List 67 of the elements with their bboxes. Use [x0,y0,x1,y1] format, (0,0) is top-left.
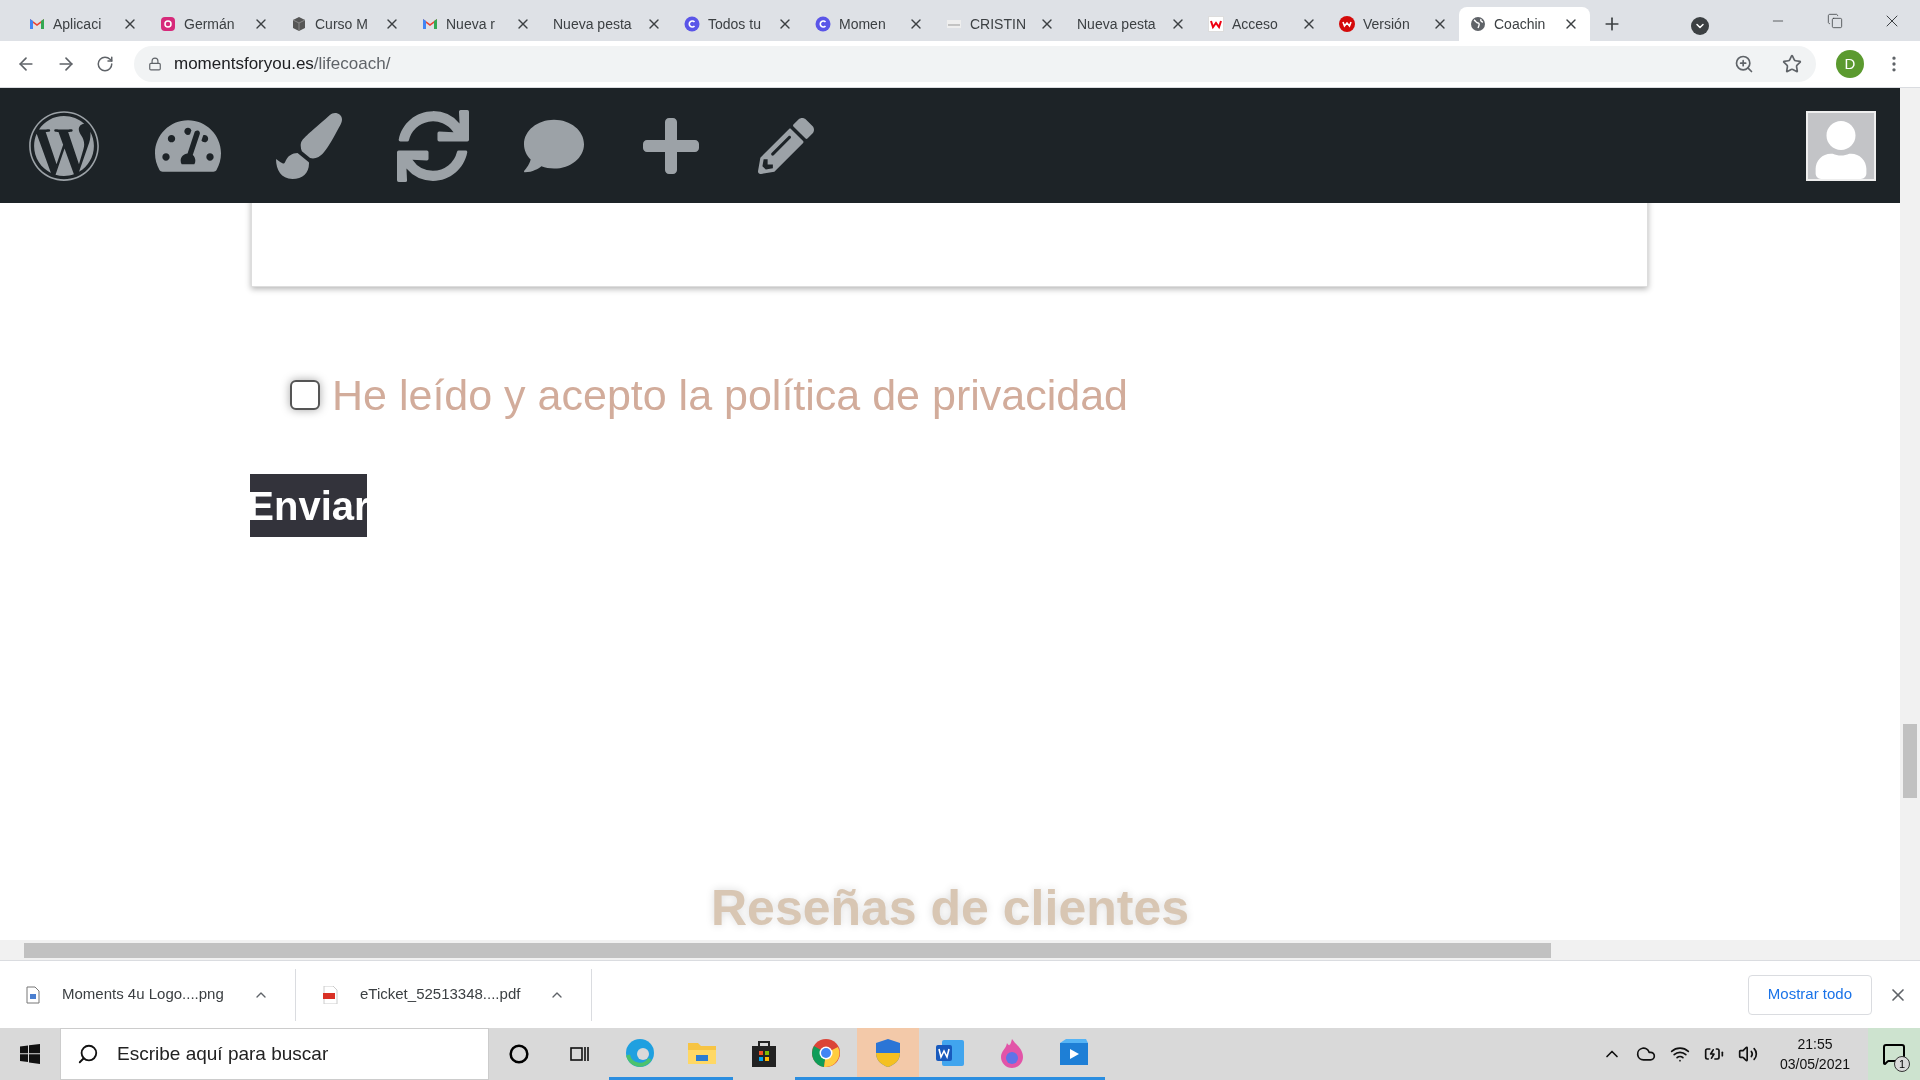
checkbox[interactable] [290,380,320,411]
circle-logo-icon [815,16,831,32]
browser-tab[interactable]: Nueva r [411,7,542,41]
tab-title: Coachin [1494,14,1547,34]
browser-tab[interactable]: Nueva pesta [542,7,673,41]
url-text: momentsforyou.es/lifecoach/ [174,53,392,76]
tab-title: Momen [839,14,887,34]
taskbar-search-field[interactable]: Escribe aquí para buscar [60,1028,489,1080]
tab-title: Acceso [1232,14,1279,34]
wordpress-icon[interactable] [28,109,100,182]
lock-icon [148,57,162,71]
tab-title: Versión [1363,14,1411,34]
submit-button[interactable]: Enviar [250,474,367,537]
show-all-button[interactable]: Mostrar todo [1747,974,1872,1015]
tab-search-icon[interactable] [1691,17,1709,35]
address-field[interactable]: momentsforyou.es/lifecoach/ [134,46,1816,82]
pdf-file-icon [322,985,338,1004]
volume-icon[interactable] [1737,1044,1758,1064]
browser-tab[interactable]: Curso M [280,7,411,41]
vertical-scrollbar[interactable] [1900,88,1920,960]
browser-tab[interactable]: Acceso [1197,7,1328,41]
tab-title: Nueva pesta [553,14,633,34]
browser-tab[interactable]: Versión [1328,7,1459,41]
logo-icon [1339,16,1355,32]
search-icon [77,1043,99,1065]
download-filename: Moments 4u Logo....png [62,984,225,1005]
tab-title: Curso M [315,14,369,34]
tab-title: Nueva pesta [1077,14,1157,34]
logo-icon [1208,16,1224,32]
download-item[interactable]: Moments 4u Logo....png [0,968,296,1021]
message-icon [1882,1042,1906,1066]
download-item[interactable]: eTicket_52513348....pdf [296,968,592,1021]
mail-icon [422,16,438,32]
clock[interactable]: 21:55 03/05/2021 [1771,1034,1858,1074]
section-heading: Reseñas de clientes [711,879,1189,938]
search-placeholder: Escribe aquí para buscar [117,1041,329,1066]
bookmark-star-icon[interactable] [1782,54,1802,74]
tab-title: CRISTIN [970,14,1027,34]
horizontal-scrollbar[interactable] [0,940,1900,960]
tab-title: Todos tu [708,14,762,34]
circle-logo-icon [684,16,700,32]
browser-tab[interactable]: Momen [804,7,935,41]
browser-tab[interactable]: Germán [149,7,280,41]
brush-icon[interactable] [276,112,342,179]
cloud-icon[interactable] [1635,1044,1656,1064]
browser-tab[interactable]: Todos tu [673,7,804,41]
download-filename: eTicket_52513348....pdf [360,984,522,1005]
wifi-icon[interactable] [1669,1044,1690,1064]
refresh-icon[interactable] [397,109,469,182]
reload-icon[interactable] [96,55,114,73]
tab-title: Germán [184,14,236,34]
globe-icon [1470,16,1486,32]
tab-title: Aplicaci [53,14,103,34]
image-file-icon [26,985,40,1004]
pencil-icon[interactable] [758,117,814,174]
tab-title: Nueva r [446,14,497,34]
camera-icon [160,16,176,32]
browser-tab[interactable]: CRISTIN [935,7,1066,41]
browser-tab[interactable]: Aplicaci [18,7,149,41]
shield-icon[interactable] [857,1028,919,1080]
browser-tab[interactable]: Coachin [1459,7,1590,41]
consent-label: He leído y acepto la política de privacidad [332,370,1128,421]
browser-tab[interactable]: Nueva pesta [1066,7,1197,41]
cube-icon [291,16,307,32]
zoom-icon[interactable] [1734,54,1754,74]
notification-button[interactable]: 1 [1868,1028,1920,1080]
mail-icon [29,16,45,32]
